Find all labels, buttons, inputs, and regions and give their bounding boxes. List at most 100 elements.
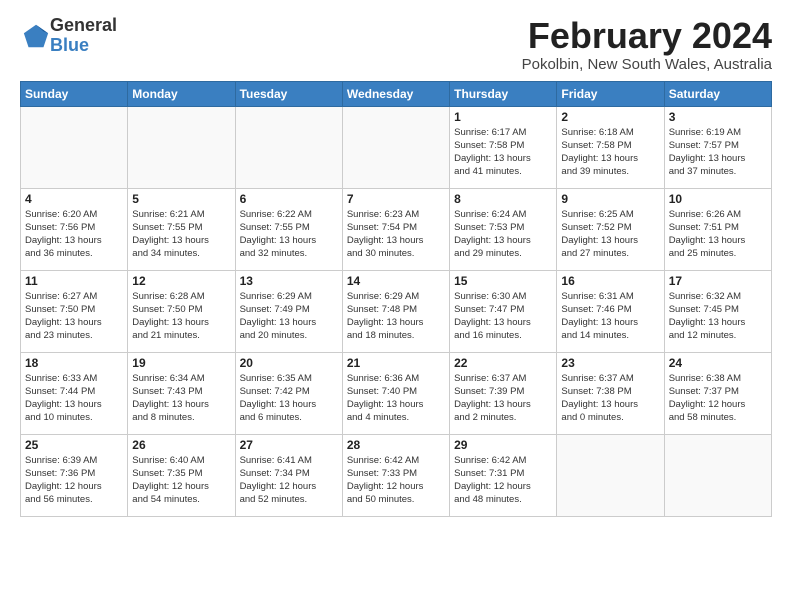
day-info: Sunrise: 6:34 AM Sunset: 7:43 PM Dayligh… (132, 372, 230, 425)
table-row: 19 Sunrise: 6:34 AM Sunset: 7:43 PM Dayli… (128, 352, 235, 434)
table-row: 29 Sunrise: 6:42 AM Sunset: 7:31 PM Dayli… (450, 434, 557, 516)
table-row: 8Sunrise: 6:24 AM Sunset: 7:53 PM Daylig… (450, 188, 557, 270)
day-number: 22 (454, 356, 552, 370)
table-row: 2 Sunrise: 6:18 AM Sunset: 7:58 PM Daylig… (557, 106, 664, 188)
day-number: 20 (240, 356, 338, 370)
day-info: Sunrise: 6:42 AM Sunset: 7:33 PM Dayligh… (347, 454, 445, 507)
day-number: 12 (132, 274, 230, 288)
day-info: Sunrise: 6:36 AM Sunset: 7:40 PM Dayligh… (347, 372, 445, 425)
table-row: 26 Sunrise: 6:40 AM Sunset: 7:35 PM Dayli… (128, 434, 235, 516)
day-number: 1 (454, 110, 552, 124)
day-info: Sunrise: 6:27 AM Sunset: 7:50 PM Dayligh… (25, 290, 123, 343)
day-number: 29 (454, 438, 552, 452)
day-info: Sunrise: 6:17 AM Sunset: 7:58 PM Dayligh… (454, 126, 552, 179)
day-info: Sunrise: 6:26 AM Sunset: 7:51 PM Dayligh… (669, 208, 767, 261)
day-info: Sunrise: 6:33 AM Sunset: 7:44 PM Dayligh… (25, 372, 123, 425)
calendar-week-row: 25 Sunrise: 6:39 AM Sunset: 7:36 PM Dayli… (21, 434, 772, 516)
table-row: 13 Sunrise: 6:29 AM Sunset: 7:49 PM Dayli… (235, 270, 342, 352)
header-sunday: Sunday (21, 81, 128, 106)
day-number: 6 (240, 192, 338, 206)
day-number: 18 (25, 356, 123, 370)
table-row (342, 106, 449, 188)
day-number: 26 (132, 438, 230, 452)
table-row: 16Sunrise: 6:31 AM Sunset: 7:46 PM Dayli… (557, 270, 664, 352)
day-info: Sunrise: 6:20 AM Sunset: 7:56 PM Dayligh… (25, 208, 123, 261)
location-title: Pokolbin, New South Wales, Australia (522, 56, 772, 73)
day-info: Sunrise: 6:38 AM Sunset: 7:37 PM Dayligh… (669, 372, 767, 425)
page: General Blue February 2024 Pokolbin, New… (0, 0, 792, 612)
day-info: Sunrise: 6:32 AM Sunset: 7:45 PM Dayligh… (669, 290, 767, 343)
table-row (21, 106, 128, 188)
day-number: 28 (347, 438, 445, 452)
day-number: 10 (669, 192, 767, 206)
header-friday: Friday (557, 81, 664, 106)
day-info: Sunrise: 6:25 AM Sunset: 7:52 PM Dayligh… (561, 208, 659, 261)
table-row: 4Sunrise: 6:20 AM Sunset: 7:56 PM Daylig… (21, 188, 128, 270)
table-row (664, 434, 771, 516)
day-number: 14 (347, 274, 445, 288)
header-wednesday: Wednesday (342, 81, 449, 106)
calendar-header-row: Sunday Monday Tuesday Wednesday Thursday… (21, 81, 772, 106)
day-info: Sunrise: 6:42 AM Sunset: 7:31 PM Dayligh… (454, 454, 552, 507)
header-thursday: Thursday (450, 81, 557, 106)
table-row: 22Sunrise: 6:37 AM Sunset: 7:39 PM Dayli… (450, 352, 557, 434)
table-row: 10 Sunrise: 6:26 AM Sunset: 7:51 PM Dayli… (664, 188, 771, 270)
logo-general: General (50, 15, 117, 35)
table-row: 7Sunrise: 6:23 AM Sunset: 7:54 PM Daylig… (342, 188, 449, 270)
table-row: 11 Sunrise: 6:27 AM Sunset: 7:50 PM Dayli… (21, 270, 128, 352)
table-row: 14 Sunrise: 6:29 AM Sunset: 7:48 PM Dayli… (342, 270, 449, 352)
day-info: Sunrise: 6:29 AM Sunset: 7:48 PM Dayligh… (347, 290, 445, 343)
day-info: Sunrise: 6:19 AM Sunset: 7:57 PM Dayligh… (669, 126, 767, 179)
day-number: 11 (25, 274, 123, 288)
day-number: 25 (25, 438, 123, 452)
table-row: 6 Sunrise: 6:22 AM Sunset: 7:55 PM Daylig… (235, 188, 342, 270)
day-number: 23 (561, 356, 659, 370)
calendar-week-row: 4Sunrise: 6:20 AM Sunset: 7:56 PM Daylig… (21, 188, 772, 270)
header: General Blue February 2024 Pokolbin, New… (20, 16, 772, 73)
day-info: Sunrise: 6:30 AM Sunset: 7:47 PM Dayligh… (454, 290, 552, 343)
day-info: Sunrise: 6:41 AM Sunset: 7:34 PM Dayligh… (240, 454, 338, 507)
day-info: Sunrise: 6:28 AM Sunset: 7:50 PM Dayligh… (132, 290, 230, 343)
day-number: 3 (669, 110, 767, 124)
logo-blue: Blue (50, 35, 89, 55)
day-info: Sunrise: 6:22 AM Sunset: 7:55 PM Dayligh… (240, 208, 338, 261)
table-row: 27 Sunrise: 6:41 AM Sunset: 7:34 PM Dayli… (235, 434, 342, 516)
calendar-week-row: 1 Sunrise: 6:17 AM Sunset: 7:58 PM Daylig… (21, 106, 772, 188)
table-row: 25 Sunrise: 6:39 AM Sunset: 7:36 PM Dayli… (21, 434, 128, 516)
day-info: Sunrise: 6:39 AM Sunset: 7:36 PM Dayligh… (25, 454, 123, 507)
day-number: 13 (240, 274, 338, 288)
table-row: 1 Sunrise: 6:17 AM Sunset: 7:58 PM Daylig… (450, 106, 557, 188)
day-info: Sunrise: 6:23 AM Sunset: 7:54 PM Dayligh… (347, 208, 445, 261)
table-row: 23 Sunrise: 6:37 AM Sunset: 7:38 PM Dayli… (557, 352, 664, 434)
day-number: 19 (132, 356, 230, 370)
day-info: Sunrise: 6:37 AM Sunset: 7:38 PM Dayligh… (561, 372, 659, 425)
day-number: 17 (669, 274, 767, 288)
day-info: Sunrise: 6:35 AM Sunset: 7:42 PM Dayligh… (240, 372, 338, 425)
logo-icon (22, 22, 50, 50)
title-area: February 2024 Pokolbin, New South Wales,… (522, 16, 772, 73)
table-row: 5Sunrise: 6:21 AM Sunset: 7:55 PM Daylig… (128, 188, 235, 270)
day-number: 27 (240, 438, 338, 452)
day-number: 21 (347, 356, 445, 370)
day-info: Sunrise: 6:18 AM Sunset: 7:58 PM Dayligh… (561, 126, 659, 179)
table-row (235, 106, 342, 188)
table-row (128, 106, 235, 188)
day-number: 24 (669, 356, 767, 370)
day-number: 2 (561, 110, 659, 124)
table-row: 17 Sunrise: 6:32 AM Sunset: 7:45 PM Dayli… (664, 270, 771, 352)
header-tuesday: Tuesday (235, 81, 342, 106)
day-number: 8 (454, 192, 552, 206)
day-info: Sunrise: 6:40 AM Sunset: 7:35 PM Dayligh… (132, 454, 230, 507)
header-monday: Monday (128, 81, 235, 106)
table-row: 3 Sunrise: 6:19 AM Sunset: 7:57 PM Daylig… (664, 106, 771, 188)
table-row: 28 Sunrise: 6:42 AM Sunset: 7:33 PM Dayli… (342, 434, 449, 516)
day-number: 5 (132, 192, 230, 206)
table-row: 21 Sunrise: 6:36 AM Sunset: 7:40 PM Dayli… (342, 352, 449, 434)
table-row: 9 Sunrise: 6:25 AM Sunset: 7:52 PM Daylig… (557, 188, 664, 270)
day-number: 9 (561, 192, 659, 206)
table-row: 24 Sunrise: 6:38 AM Sunset: 7:37 PM Dayli… (664, 352, 771, 434)
day-number: 15 (454, 274, 552, 288)
table-row (557, 434, 664, 516)
calendar-week-row: 11 Sunrise: 6:27 AM Sunset: 7:50 PM Dayli… (21, 270, 772, 352)
day-info: Sunrise: 6:29 AM Sunset: 7:49 PM Dayligh… (240, 290, 338, 343)
